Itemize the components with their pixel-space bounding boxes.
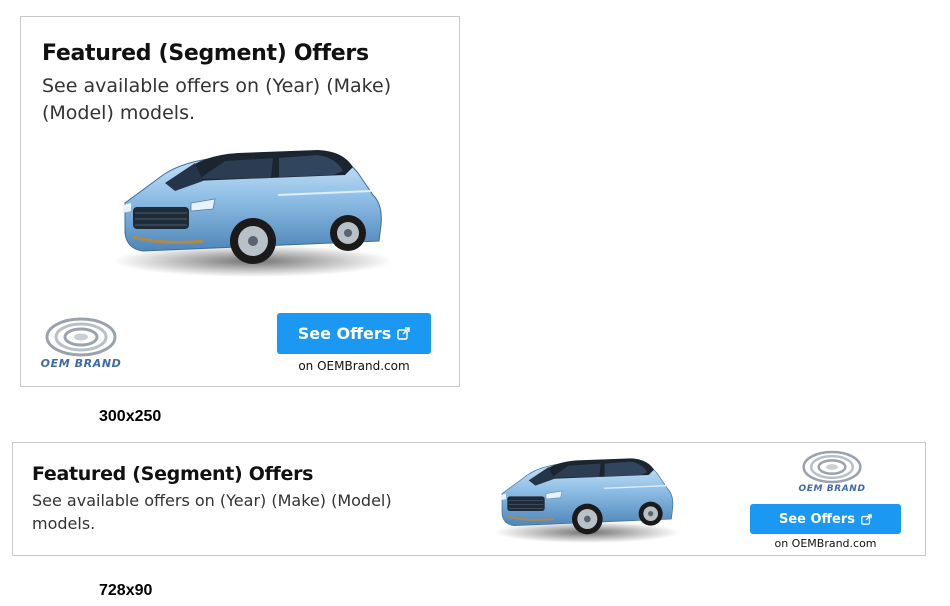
external-link-icon — [861, 513, 872, 525]
ad-headline: Featured (Segment) Offers — [32, 463, 314, 485]
ad-728x90[interactable]: Featured (Segment) Offers See available … — [12, 442, 926, 556]
see-offers-label: See Offers — [297, 324, 392, 343]
logo-text: OEM BRAND — [798, 484, 866, 494]
ad-subtext: See available offers on (Year) (Make) (M… — [32, 491, 392, 534]
external-link-icon — [397, 327, 411, 340]
see-offers-button[interactable]: See Offers — [750, 504, 901, 534]
ad-size-label: 300x250 — [99, 408, 162, 425]
ad-subtext: See available offers on (Year) (Make) (M… — [42, 75, 392, 124]
suv-car-image — [113, 150, 393, 277]
ad-size-label: 728x90 — [99, 582, 153, 599]
ad-300x250[interactable]: Featured (Segment) Offers See available … — [20, 16, 460, 387]
oem-logo-rings-icon — [802, 450, 862, 484]
see-offers-label: See Offers — [778, 511, 856, 527]
see-offers-button[interactable]: See Offers — [277, 313, 431, 354]
cta-subtext: on OEMBrand.com — [774, 537, 877, 550]
oem-brand-logo: OEM BRAND — [37, 317, 125, 370]
ad-headline: Featured (Segment) Offers — [42, 41, 369, 66]
oem-logo-rings-icon — [45, 317, 117, 357]
oem-brand-logo: OEM BRAND — [793, 450, 871, 494]
cta-subtext: on OEMBrand.com — [298, 359, 410, 373]
suv-car-image — [494, 458, 681, 543]
logo-text: OEM BRAND — [40, 357, 122, 370]
